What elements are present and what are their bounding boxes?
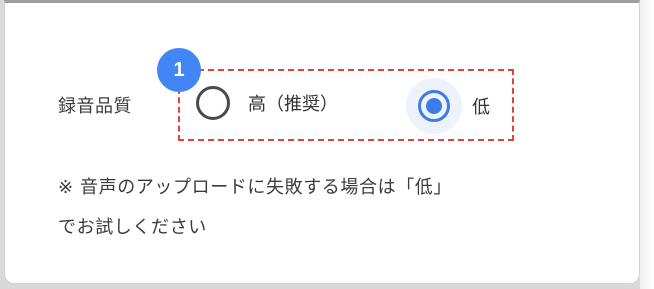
radio-focus-halo [406, 78, 462, 134]
note-line-2: でお試しください [58, 217, 207, 238]
radio-label-low: 低 [472, 97, 490, 118]
radio-option-low[interactable]: 低 [406, 78, 490, 134]
radio-selected-icon[interactable] [418, 90, 450, 122]
card-shadow [640, 0, 654, 289]
radio-unselected-icon[interactable] [196, 86, 230, 120]
radio-label-high: 高（推奨） [248, 94, 338, 115]
note-line-1: ※ 音声のアップロードに失敗する場合は「低」 [58, 177, 453, 198]
upload-failure-note: ※ 音声のアップロードに失敗する場合は「低」 でお試しください [58, 168, 618, 248]
radio-selected-dot [426, 98, 442, 114]
step-number-badge: 1 [157, 48, 201, 92]
radio-option-high[interactable]: 高（推奨） [196, 86, 338, 120]
recording-quality-label: 録音品質 [58, 96, 132, 117]
